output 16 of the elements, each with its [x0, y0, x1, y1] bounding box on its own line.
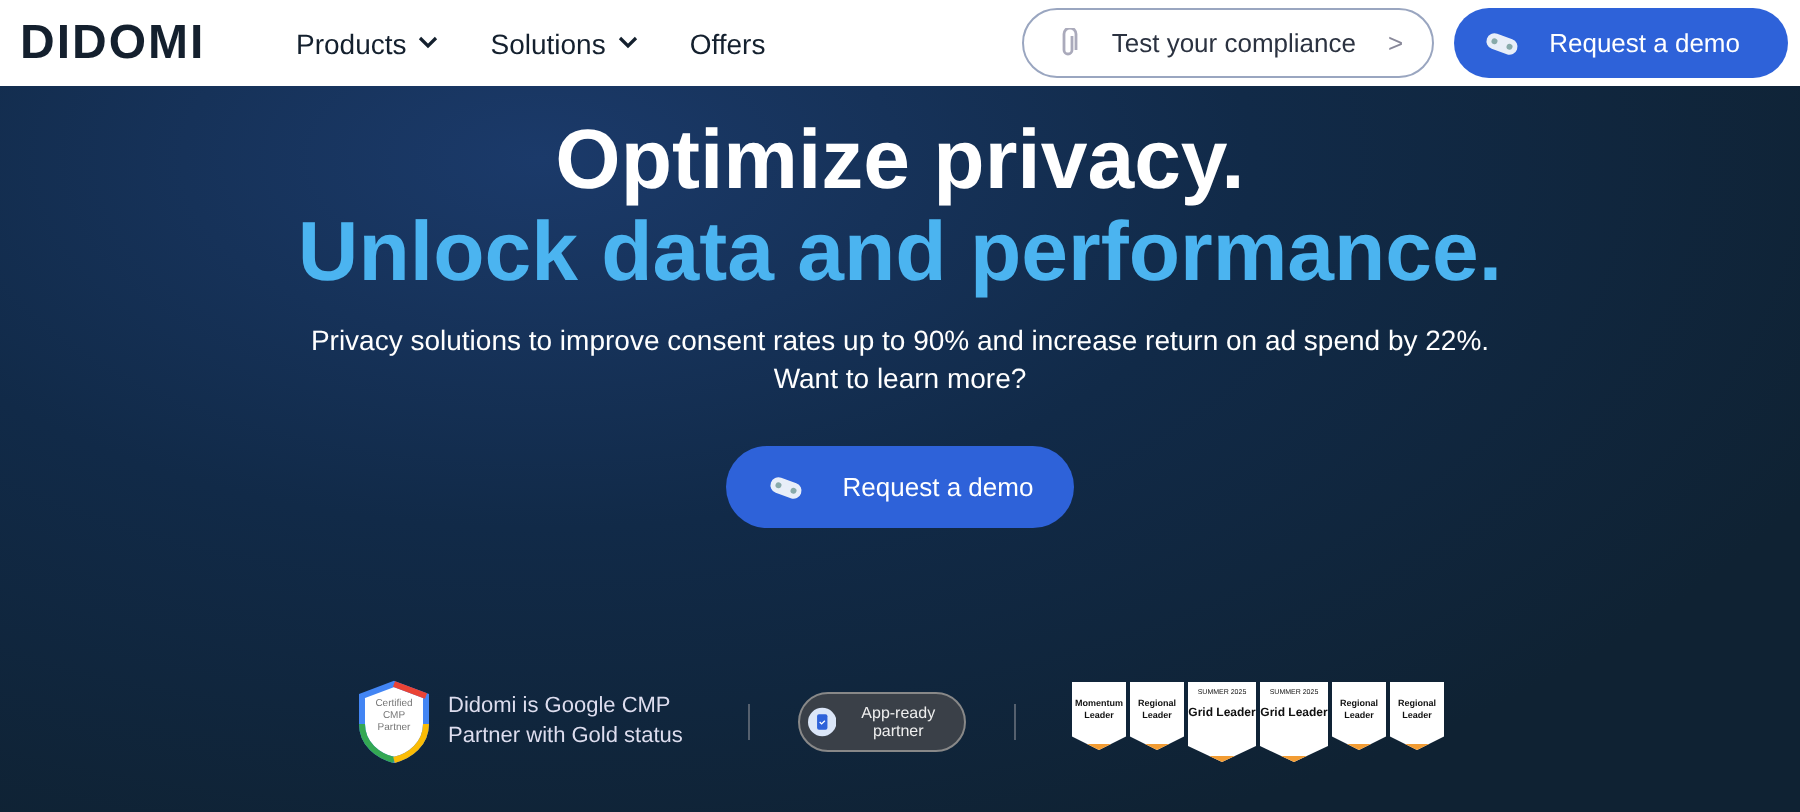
request-demo-button[interactable]: Request a demo — [726, 446, 1074, 528]
request-demo-button[interactable]: Request a demo — [1453, 8, 1788, 78]
nav-link[interactable]: Offers — [689, 27, 766, 59]
hero-question: Want to learn more? — [773, 360, 1027, 398]
compliance-button[interactable]: Test your compliance > — [1021, 8, 1434, 78]
hero-title: Optimize privacy. — [555, 114, 1245, 206]
hero-subtitle: Unlock data and performance. — [297, 206, 1503, 298]
nav-link[interactable]: Products — [296, 27, 439, 59]
app-ready-badge: App-ready partner — [798, 692, 966, 752]
logo[interactable]: DIDOMI — [20, 15, 296, 71]
nav-link[interactable]: Solutions — [490, 27, 638, 59]
chevron-icon: > — [1388, 28, 1404, 58]
chevron-down-icon — [418, 36, 439, 50]
google-partner-text: Didomi is Google CMP Partner with Gold status — [448, 692, 685, 752]
chevron-down-icon — [617, 36, 638, 50]
hero-description: Privacy solutions to improve consent rates up to 90% and increase return on ad spend by 22%. — [310, 322, 1490, 360]
